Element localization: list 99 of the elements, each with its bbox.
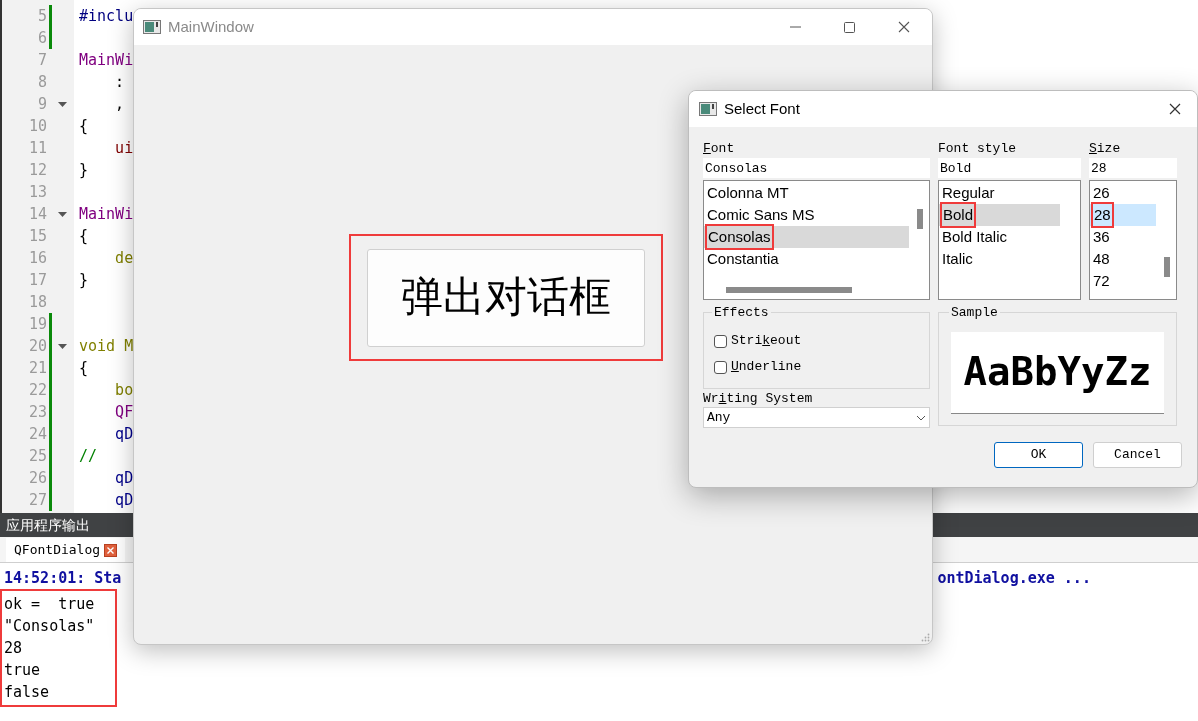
code-line: de bbox=[114, 247, 134, 269]
output-line: 28 bbox=[3, 638, 24, 659]
list-item[interactable]: Bold bbox=[939, 204, 1060, 226]
code-line: { bbox=[79, 225, 89, 247]
list-item[interactable]: 72 bbox=[1090, 270, 1156, 292]
code-line: MainWi bbox=[79, 203, 134, 225]
output-tab[interactable]: QFontDialog bbox=[6, 538, 126, 562]
output-line: "Consolas" bbox=[3, 616, 96, 637]
list-item[interactable]: 48 bbox=[1090, 248, 1156, 270]
scrollbar-thumb[interactable] bbox=[1164, 257, 1170, 277]
maximize-icon[interactable] bbox=[844, 21, 855, 33]
line-number: 23 bbox=[27, 401, 47, 423]
code-line: qD bbox=[114, 467, 134, 489]
code-line: } bbox=[79, 159, 89, 181]
field-label: Font style bbox=[938, 140, 1017, 158]
line-number: 19 bbox=[27, 313, 47, 335]
checkbox[interactable] bbox=[714, 334, 727, 348]
line-number: 8 bbox=[36, 71, 47, 93]
output-line: false bbox=[3, 682, 51, 703]
close-icon[interactable] bbox=[1169, 103, 1181, 115]
code-line: void M bbox=[79, 335, 134, 357]
list-item[interactable]: Italic bbox=[939, 248, 1060, 270]
line-number: 12 bbox=[27, 159, 47, 181]
line-number: 14 bbox=[27, 203, 47, 225]
window-app-icon bbox=[143, 20, 161, 34]
code-line: MainWi bbox=[79, 49, 134, 71]
resize-grip-icon[interactable] bbox=[921, 633, 930, 642]
field-label: Writing System bbox=[703, 391, 814, 407]
list-item[interactable]: 28 bbox=[1090, 204, 1156, 226]
line-number: 24 bbox=[27, 423, 47, 445]
code-line: { bbox=[79, 357, 89, 379]
code-line: { bbox=[79, 115, 89, 137]
list-item[interactable]: Comic Sans MS bbox=[704, 204, 909, 226]
line-number: 21 bbox=[27, 357, 47, 379]
fold-arrow-icon[interactable] bbox=[58, 101, 67, 107]
line-number: 27 bbox=[27, 489, 47, 511]
output-pane-title: 应用程序输出 bbox=[6, 515, 90, 535]
list-item[interactable]: Regular bbox=[939, 182, 1060, 204]
list-item[interactable]: Bold Italic bbox=[939, 226, 1060, 248]
code-line: , bbox=[114, 93, 125, 115]
writing-system-dropdown[interactable]: Any bbox=[703, 407, 930, 428]
line-number: 25 bbox=[27, 445, 47, 467]
text-field[interactable]: Bold bbox=[938, 158, 1081, 178]
line-number: 17 bbox=[27, 269, 47, 291]
dialog-button[interactable]: Cancel bbox=[1093, 442, 1182, 468]
window-title: MainWindow bbox=[168, 16, 254, 37]
line-number: 5 bbox=[36, 5, 47, 27]
checkbox-option[interactable]: Strikeout bbox=[714, 331, 929, 351]
field-label: Font bbox=[703, 140, 736, 158]
code-line: : bbox=[114, 71, 125, 93]
output-status-text: ontDialog.exe ... bbox=[937, 567, 1091, 589]
scrollbar-thumb[interactable] bbox=[726, 287, 852, 293]
line-number: 18 bbox=[27, 291, 47, 313]
output-status-text: 14:52:01: Sta bbox=[4, 567, 122, 589]
line-number: 26 bbox=[27, 467, 47, 489]
code-line: qD bbox=[114, 423, 134, 445]
close-icon[interactable] bbox=[104, 543, 118, 557]
line-number: 7 bbox=[36, 49, 47, 71]
checkbox-option[interactable]: Underline bbox=[714, 357, 929, 377]
code-line: #inclu bbox=[79, 5, 134, 27]
list-box[interactable]: 26 28 36 48 72 bbox=[1089, 180, 1177, 300]
code-line: bo bbox=[114, 379, 134, 401]
line-number: 11 bbox=[27, 137, 47, 159]
code-line: qD bbox=[114, 489, 134, 511]
code-line: // bbox=[79, 445, 98, 467]
close-icon[interactable] bbox=[898, 21, 910, 33]
list-item[interactable]: 36 bbox=[1090, 226, 1156, 248]
list-box[interactable]: Regular Bold Bold Italic Italic bbox=[938, 180, 1081, 300]
output-line: ok = true bbox=[3, 594, 96, 615]
field-label: Size bbox=[1089, 140, 1122, 158]
popup-dialog-button[interactable]: 弹出对话框 bbox=[367, 248, 645, 347]
list-item[interactable]: Consolas bbox=[704, 226, 909, 248]
text-field[interactable]: 28 bbox=[1089, 158, 1177, 178]
text-field[interactable]: Consolas bbox=[703, 158, 930, 178]
list-item[interactable]: Colonna MT bbox=[704, 182, 909, 204]
sample-preview: AaBbYyZz bbox=[951, 332, 1164, 414]
window-app-icon bbox=[699, 102, 717, 116]
code-line: ui bbox=[114, 137, 134, 159]
code-line: } bbox=[79, 269, 89, 291]
line-number: 6 bbox=[36, 27, 47, 49]
dialog-button[interactable]: OK bbox=[994, 442, 1083, 468]
line-number: 13 bbox=[27, 181, 47, 203]
list-box[interactable]: Colonna MT Comic Sans MS Consolas Constantia bbox=[703, 180, 930, 300]
line-number: 20 bbox=[27, 335, 47, 357]
output-line: true bbox=[3, 660, 42, 681]
line-number: 16 bbox=[27, 247, 47, 269]
chevron-down-icon bbox=[916, 414, 926, 421]
list-item[interactable]: 26 bbox=[1090, 182, 1156, 204]
dialog-title: Select Font bbox=[724, 98, 800, 119]
list-item[interactable]: Constantia bbox=[704, 248, 909, 270]
checkbox[interactable] bbox=[714, 360, 727, 374]
line-number: 9 bbox=[36, 93, 47, 115]
fold-arrow-icon[interactable] bbox=[58, 211, 67, 217]
line-number: 22 bbox=[27, 379, 47, 401]
scrollbar-thumb[interactable] bbox=[917, 209, 923, 229]
code-line: QF bbox=[114, 401, 134, 423]
line-number: 15 bbox=[27, 225, 47, 247]
fold-arrow-icon[interactable] bbox=[58, 343, 67, 349]
line-number: 10 bbox=[27, 115, 47, 137]
